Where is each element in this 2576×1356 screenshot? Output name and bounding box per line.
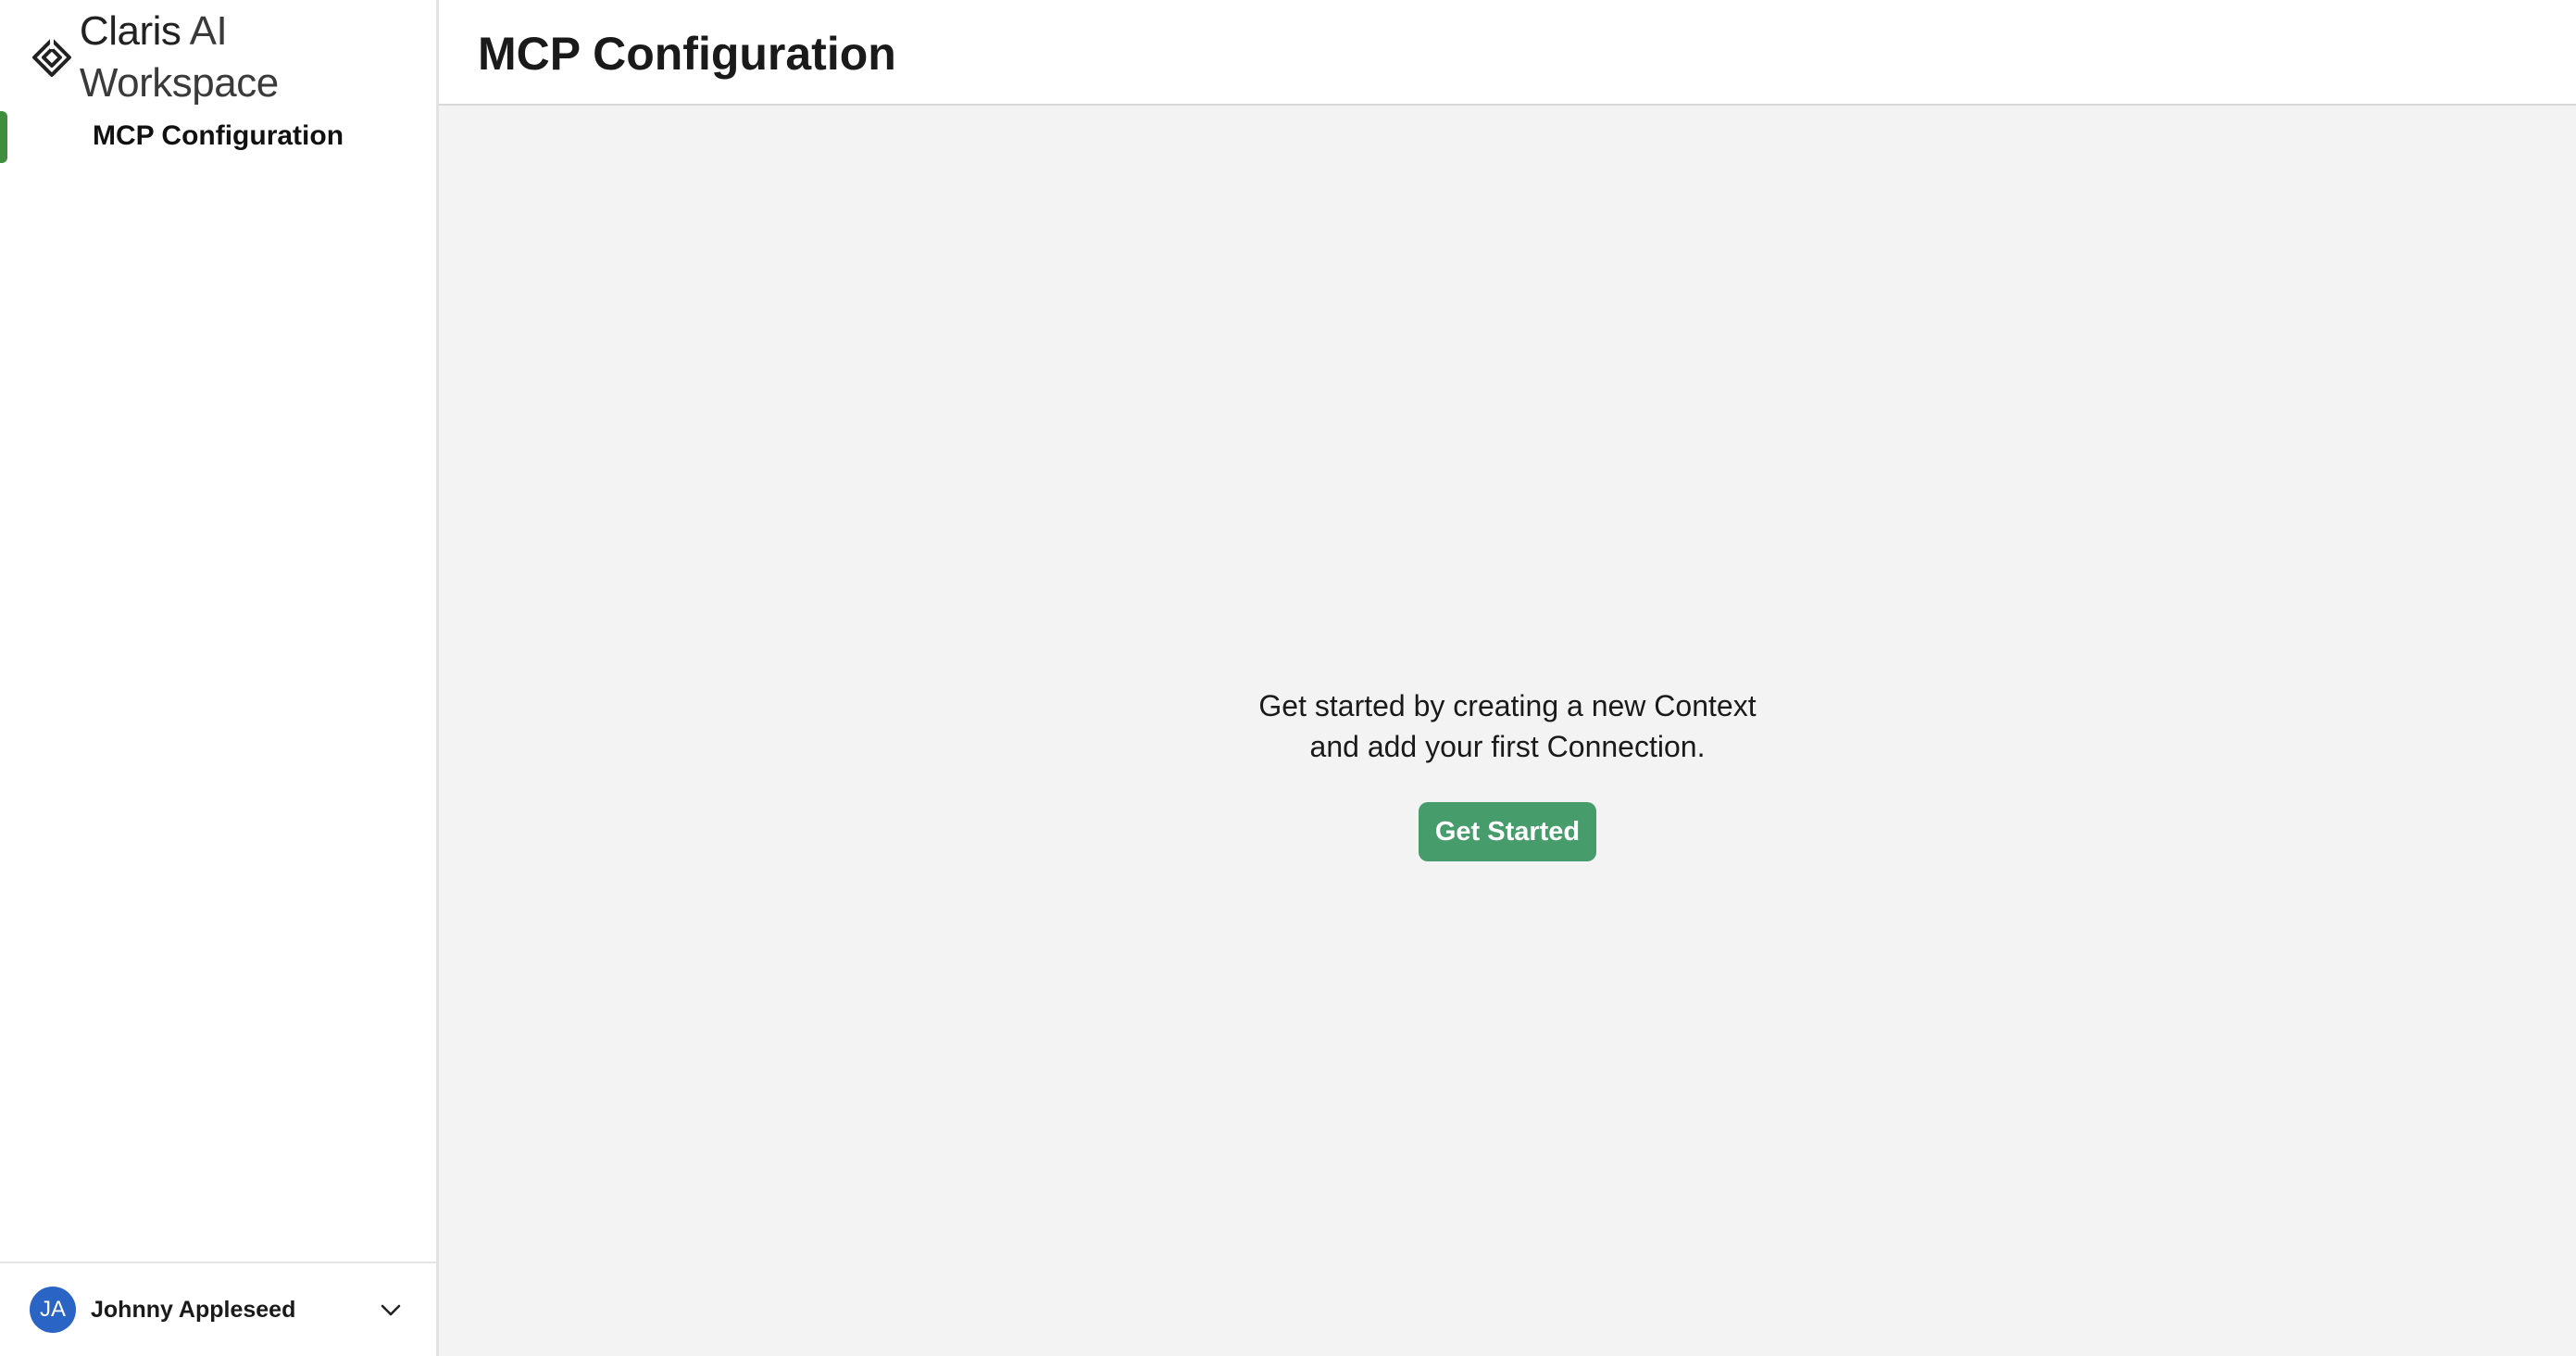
chevron-down-icon[interactable]: [377, 1296, 405, 1324]
empty-state-message: Get started by creating a new Context an…: [439, 685, 2576, 767]
brand-name: Claris AI Workspace: [80, 6, 436, 109]
empty-state-line-1: Get started by creating a new Context: [1258, 689, 1757, 722]
main-content: Get started by creating a new Context an…: [439, 106, 2576, 1356]
active-indicator: [0, 111, 7, 163]
brand-primary: Claris: [79, 8, 181, 54]
brand-logo: Claris AI Workspace: [31, 8, 436, 106]
user-name: Johnny Appleseed: [91, 1296, 296, 1323]
sidebar-item-mcp-configuration[interactable]: MCP Configuration: [0, 107, 436, 165]
page-header: MCP Configuration: [439, 0, 2576, 106]
user-menu[interactable]: JA Johnny Appleseed: [0, 1262, 436, 1356]
sidebar-item-label: MCP Configuration: [92, 120, 344, 151]
sidebar: Claris AI Workspace MCP Configuration JA…: [0, 0, 439, 1356]
avatar: JA: [30, 1287, 76, 1333]
claris-logo-icon: [31, 37, 71, 77]
get-started-button[interactable]: Get Started: [1418, 802, 1597, 861]
page-title: MCP Configuration: [478, 28, 896, 80]
app-window: Claris AI Workspace MCP Configuration JA…: [0, 0, 2576, 1356]
empty-state-line-2: and add your first Connection.: [1309, 730, 1706, 763]
empty-state: Get started by creating a new Context an…: [439, 685, 2576, 861]
